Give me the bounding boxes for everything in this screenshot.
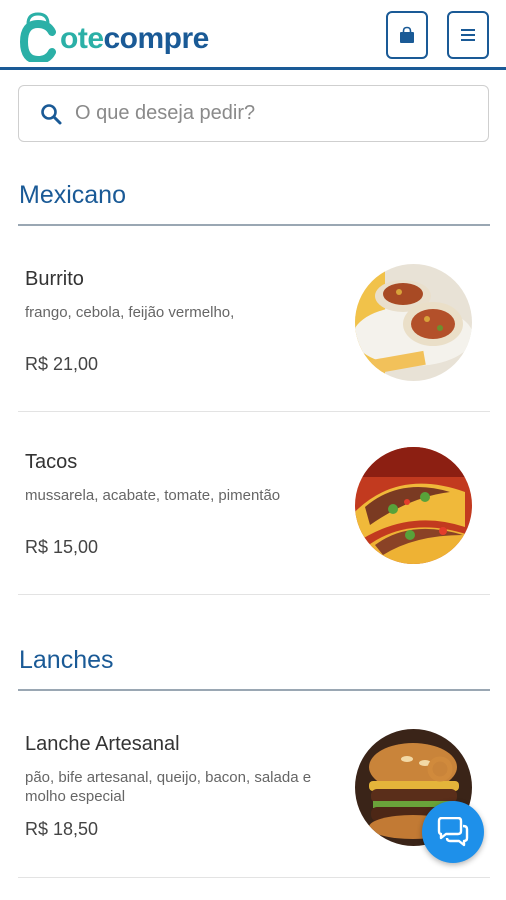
logo-ote: ote bbox=[60, 22, 104, 55]
section-title-lanches: Lanches bbox=[19, 646, 114, 674]
item-description: pão, bife artesanal, queijo, bacon, sala… bbox=[25, 769, 312, 805]
item-name: Tacos bbox=[25, 451, 78, 473]
item-divider bbox=[18, 411, 490, 412]
item-divider bbox=[18, 877, 490, 878]
menu-button[interactable] bbox=[447, 11, 489, 59]
shopping-bag-c-logo-icon bbox=[18, 10, 58, 65]
burrito-photo bbox=[355, 264, 472, 381]
section-divider bbox=[18, 224, 490, 226]
search-input[interactable] bbox=[73, 101, 457, 126]
section-divider bbox=[18, 689, 490, 691]
section-title-mexicano: Mexicano bbox=[19, 181, 126, 209]
logo-compre: compre bbox=[103, 22, 210, 55]
item-description: mussarela, acabate, tomate, pimentão bbox=[25, 487, 281, 504]
shopping-bag-icon bbox=[400, 26, 414, 43]
item-description: frango, cebola, feijão vermelho, bbox=[25, 304, 235, 321]
cart-button[interactable] bbox=[386, 11, 428, 59]
item-price: R$ 18,50 bbox=[25, 819, 99, 839]
item-name: Burrito bbox=[25, 268, 84, 290]
item-name: Lanche Artesanal bbox=[25, 733, 180, 755]
chat-bubbles-icon bbox=[437, 817, 469, 847]
app-header: otecompre bbox=[0, 0, 506, 70]
cotecompre-logo[interactable]: otecompre bbox=[18, 6, 209, 65]
search-bar[interactable] bbox=[18, 85, 489, 142]
logo-wordmark: otecompre bbox=[60, 24, 209, 62]
chat-button[interactable] bbox=[422, 801, 484, 863]
item-divider bbox=[18, 594, 490, 595]
item-price: R$ 15,00 bbox=[25, 537, 99, 557]
search-icon bbox=[41, 103, 62, 124]
hamburger-menu-icon bbox=[461, 29, 475, 41]
tacos-photo bbox=[355, 447, 472, 564]
item-price: R$ 21,00 bbox=[25, 354, 99, 374]
